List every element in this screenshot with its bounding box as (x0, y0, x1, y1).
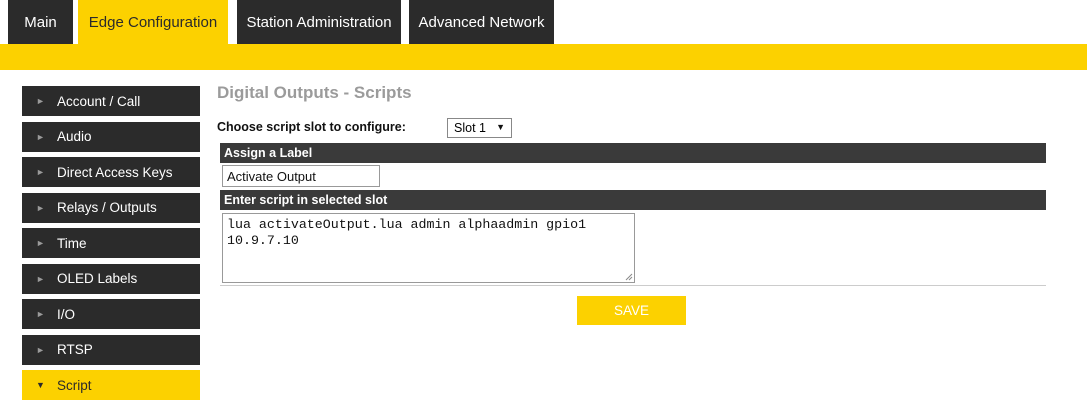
tab-advanced-network[interactable]: Advanced Network (409, 0, 554, 44)
chevron-right-icon: ► (36, 344, 45, 355)
top-nav-tabs: Main Edge Configuration Station Administ… (0, 0, 562, 44)
chevron-right-icon: ► (36, 273, 45, 284)
script-section-header: Enter script in selected slot (220, 190, 1046, 210)
chevron-right-icon: ► (36, 202, 45, 213)
resize-grip-icon[interactable] (625, 273, 633, 281)
sidebar-item-label: Audio (57, 129, 92, 144)
sidebar-item-time[interactable]: ► Time (22, 228, 200, 258)
sidebar-item-rtsp[interactable]: ► RTSP (22, 334, 200, 365)
script-textarea[interactable]: lua activateOutput.lua admin alphaadmin … (222, 213, 635, 283)
slot-select[interactable]: Slot 1 ▼ (447, 118, 512, 138)
sidebar-item-account-call[interactable]: ► Account / Call (22, 86, 200, 116)
accent-bar (0, 44, 1087, 70)
sidebar-item-label: Direct Access Keys (57, 164, 173, 180)
label-section-header: Assign a Label (220, 143, 1046, 163)
chevron-right-icon: ► (36, 238, 45, 248)
caret-down-icon: ▼ (496, 122, 505, 132)
sidebar-item-oled-labels[interactable]: ► OLED Labels (22, 263, 200, 294)
sidebar-item-label: RTSP (57, 342, 93, 357)
chevron-right-icon: ► (36, 309, 45, 319)
sidebar-item-audio[interactable]: ► Audio (22, 121, 200, 152)
sidebar-item-script[interactable]: ▼ Script (22, 370, 200, 400)
sidebar-item-label: I/O (57, 306, 76, 322)
sidebar-item-label: Script (57, 377, 92, 393)
chevron-right-icon: ► (36, 96, 45, 106)
label-input[interactable] (222, 165, 380, 187)
sidebar-item-label: OLED Labels (57, 271, 138, 286)
divider (220, 285, 1046, 286)
chevron-right-icon: ► (36, 131, 45, 142)
sidebar-item-relays-outputs[interactable]: ► Relays / Outputs (22, 192, 200, 223)
chevron-down-icon: ▼ (36, 380, 45, 390)
sidebar-item-label: Account / Call (57, 93, 141, 109)
chevron-right-icon: ► (36, 167, 45, 177)
page-title: Digital Outputs - Scripts (217, 83, 412, 102)
save-button[interactable]: SAVE (577, 296, 686, 325)
sidebar-item-io[interactable]: ► I/O (22, 299, 200, 329)
tab-station-administration[interactable]: Station Administration (237, 0, 401, 44)
sidebar: ► Account / Call ► Audio ► Direct Access… (22, 86, 200, 406)
sidebar-item-label: Relays / Outputs (57, 200, 157, 215)
tab-edge-configuration[interactable]: Edge Configuration (78, 0, 228, 44)
sidebar-item-label: Time (57, 235, 87, 251)
sidebar-item-direct-access-keys[interactable]: ► Direct Access Keys (22, 157, 200, 187)
slot-select-value: Slot 1 (454, 121, 486, 135)
slot-prompt-label: Choose script slot to configure: (217, 120, 406, 134)
tab-main[interactable]: Main (8, 0, 73, 44)
